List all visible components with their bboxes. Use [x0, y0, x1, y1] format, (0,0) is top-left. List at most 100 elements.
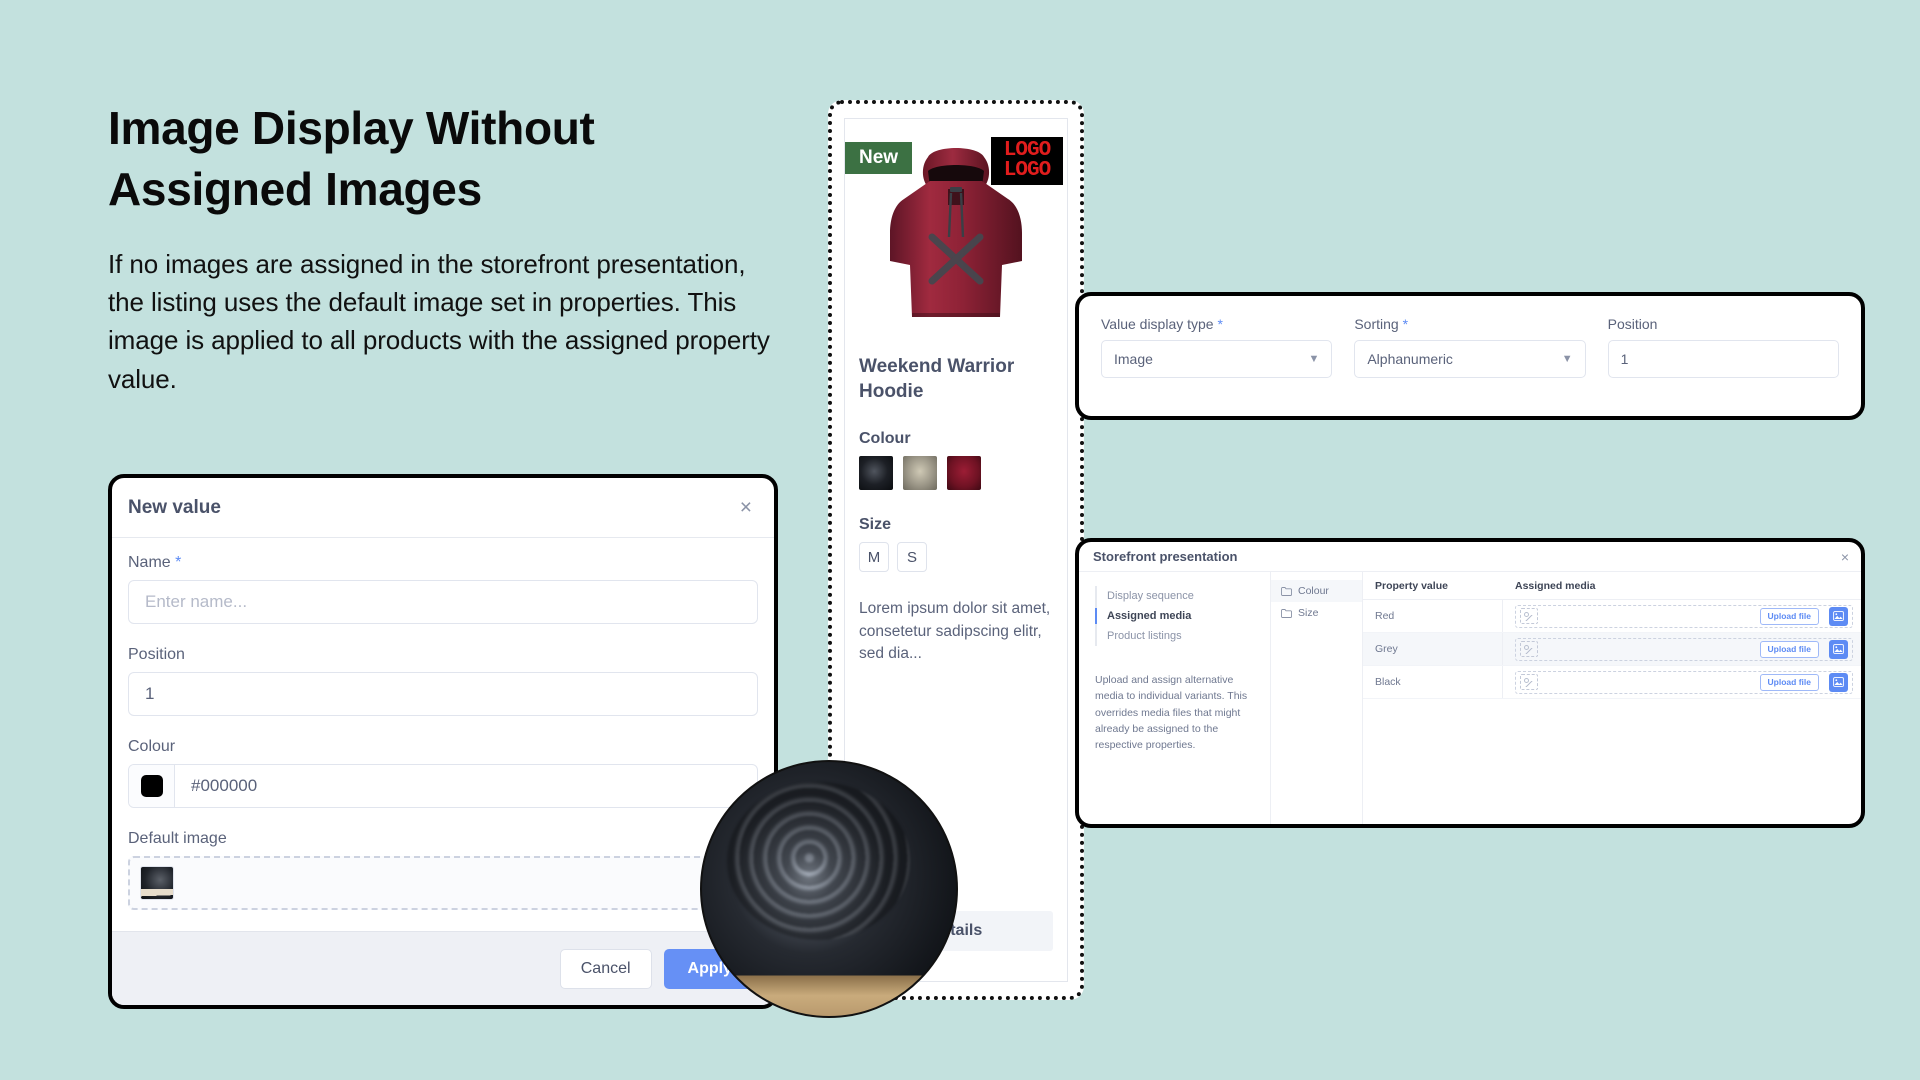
colour-value-input[interactable]: #000000 — [175, 765, 757, 807]
cell-assigned-media: Upload file — [1503, 600, 1861, 632]
cell-assigned-media: Upload file — [1503, 633, 1861, 665]
colour-swatch-grey[interactable] — [903, 456, 937, 491]
property-tree: Colour Size — [1271, 572, 1363, 824]
logo-line-1: LOGO — [1003, 138, 1051, 162]
screenshot-stage: Image Display Without Assigned Images If… — [0, 0, 1920, 1080]
colour-label: Colour — [128, 738, 176, 755]
colour-section-label: Colour — [859, 430, 911, 448]
tree-item-colour[interactable]: Colour — [1271, 580, 1362, 602]
colour-swatch-red[interactable] — [947, 456, 981, 491]
new-value-dialog: New value × Name * Enter name... Positio… — [108, 474, 778, 1009]
name-label: Name * — [128, 554, 182, 571]
media-dropzone[interactable]: Upload file — [1515, 670, 1853, 694]
cell-assigned-media: Upload file — [1503, 666, 1861, 698]
dialog-header: New value × — [112, 478, 774, 538]
storefront-description: Upload and assign alternative media to i… — [1095, 674, 1248, 752]
size-section-label: Size — [859, 516, 892, 534]
value-display-type-label: Value display type * — [1101, 316, 1223, 332]
size-option-s[interactable]: S — [897, 542, 927, 573]
cell-property-value: Grey — [1363, 633, 1503, 665]
storefront-sidebar: Display sequence Assigned media Product … — [1079, 572, 1271, 824]
colour-swatch-list — [859, 456, 1053, 491]
image-picker-icon[interactable] — [1829, 639, 1848, 659]
upload-file-button[interactable]: Upload file — [1759, 607, 1819, 625]
upload-file-button[interactable]: Upload file — [1759, 673, 1819, 691]
media-dropzone[interactable]: Upload file — [1515, 637, 1853, 661]
required-asterisk: * — [1217, 316, 1223, 332]
cell-property-value: Black — [1363, 666, 1503, 698]
product-hero: New LOGO LOGO — [845, 119, 1067, 341]
column-header-property-value: Property value — [1375, 579, 1448, 592]
sidebar-item-assigned-media[interactable]: Assigned media — [1095, 606, 1256, 626]
default-image-dropzone[interactable] — [128, 856, 758, 910]
logo-line-2: LOGO — [1003, 159, 1051, 182]
table-row: Red Upload file — [1363, 600, 1861, 633]
fabric-photo-overlay — [700, 760, 958, 1018]
dialog-footer: Cancel Apply — [112, 931, 774, 1005]
value-display-type-group: Value display type * Image ▼ — [1101, 316, 1333, 378]
tree-item-size[interactable]: Size — [1271, 602, 1362, 624]
table-row: Grey Upload file — [1363, 633, 1861, 666]
size-option-m[interactable]: M — [859, 542, 889, 573]
default-image-thumbnail[interactable] — [140, 866, 174, 900]
storefront-panel-title: Storefront presentation — [1093, 549, 1238, 564]
product-description: Lorem ipsum dolor sit amet, consetetur s… — [859, 600, 1051, 663]
close-icon[interactable]: × — [1841, 549, 1849, 565]
sidebar-item-display-sequence[interactable]: Display sequence — [1107, 586, 1256, 606]
image-placeholder-icon — [1520, 674, 1538, 690]
colour-swatch — [140, 775, 163, 797]
name-input[interactable]: Enter name... — [128, 580, 758, 624]
close-icon[interactable]: × — [736, 495, 756, 520]
colour-swatch-button[interactable] — [129, 765, 175, 807]
upload-file-button[interactable]: Upload file — [1759, 640, 1819, 658]
folder-icon — [1281, 608, 1292, 618]
cell-property-value: Red — [1363, 600, 1503, 632]
image-placeholder-icon — [1520, 641, 1538, 657]
default-image-label: Default image — [128, 830, 227, 847]
image-picker-icon[interactable] — [1829, 606, 1848, 626]
required-asterisk: * — [1402, 316, 1409, 332]
storefront-presentation-panel: Storefront presentation × Display sequen… — [1075, 538, 1865, 828]
sidebar-item-product-listings[interactable]: Product listings — [1107, 626, 1256, 646]
page-title: Image Display Without Assigned Images — [108, 102, 595, 215]
chevron-down-icon: ▼ — [1561, 353, 1573, 365]
sorting-select[interactable]: Alphanumeric ▼ — [1354, 340, 1586, 378]
position-input[interactable]: 1 — [128, 672, 758, 716]
colour-input-row[interactable]: #000000 — [128, 764, 758, 808]
sorting-group: Sorting * Alphanumeric ▼ — [1354, 316, 1586, 378]
table-header-row: Property value Assigned media — [1363, 572, 1861, 600]
colour-field-group: Colour #000000 — [128, 738, 758, 808]
storefront-panel-header: Storefront presentation × — [1079, 542, 1861, 572]
storefront-panel-columns: Display sequence Assigned media Product … — [1079, 572, 1861, 824]
default-image-group: Default image — [128, 830, 758, 910]
tree-item-size-label: Size — [1298, 607, 1319, 619]
position-field-group: Position 1 — [128, 646, 758, 716]
cancel-button[interactable]: Cancel — [559, 948, 652, 989]
media-dropzone[interactable]: Upload file — [1515, 604, 1853, 628]
colour-swatch-black[interactable] — [859, 456, 893, 491]
chevron-down-icon: ▼ — [1308, 353, 1320, 365]
position-input[interactable]: 1 — [1607, 340, 1839, 378]
position-group: Position 1 — [1607, 316, 1839, 378]
sorting-label: Sorting * — [1354, 316, 1409, 332]
value-display-panel: Value display type * Image ▼ Sorting * A… — [1075, 292, 1865, 420]
tree-item-colour-label: Colour — [1298, 585, 1329, 597]
image-picker-icon[interactable] — [1829, 672, 1848, 692]
value-display-type-select[interactable]: Image ▼ — [1101, 340, 1333, 378]
folder-icon — [1281, 586, 1292, 596]
position-label: Position — [1607, 316, 1658, 332]
brand-logo: LOGO LOGO — [991, 137, 1063, 185]
dialog-title: New value — [128, 496, 221, 518]
required-asterisk: * — [175, 554, 182, 571]
product-title: Weekend Warrior Hoodie — [859, 356, 1015, 402]
image-placeholder-icon — [1520, 608, 1538, 624]
fabric-swirl — [727, 782, 911, 940]
table-row: Black Upload file — [1363, 666, 1861, 699]
page-subcopy: If no images are assigned in the storefr… — [108, 249, 770, 394]
storefront-nav-list: Display sequence Assigned media Product … — [1095, 586, 1256, 646]
name-field-group: Name * Enter name... — [128, 554, 758, 624]
status-badge: New — [845, 142, 913, 174]
assigned-media-table: Property value Assigned media Red Upload… — [1363, 572, 1861, 824]
value-display-type-value: Image — [1114, 351, 1153, 367]
position-label: Position — [128, 646, 185, 663]
